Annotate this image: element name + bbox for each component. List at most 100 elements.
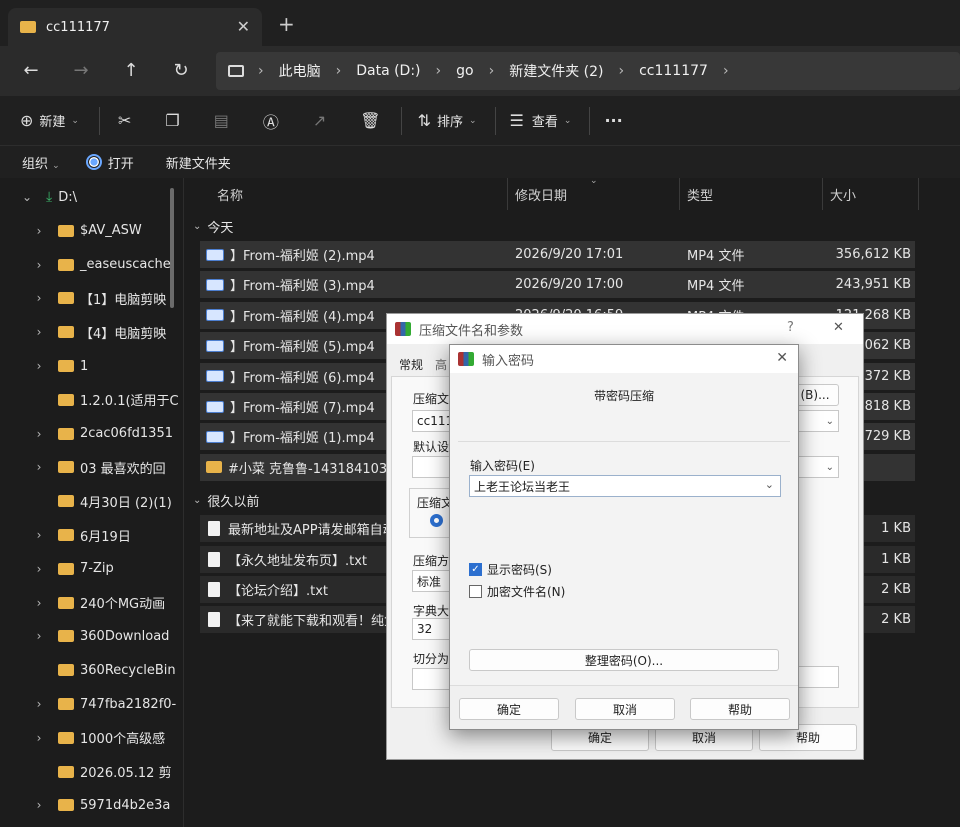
sidebar-item[interactable]: › 7-Zip [0,552,183,586]
close-icon[interactable]: ✕ [833,320,844,335]
sidebar-item[interactable]: › 【4】电脑剪映 [0,315,183,349]
column-header-name[interactable]: 名称 [217,178,243,210]
help-button[interactable]: 帮助 [690,698,790,720]
navigation-pane[interactable]: ⌄ ⤓ D:\ › $AV_ASW › _easeuscache › 【1】电脑剪映 › 【4】电脑… [0,178,184,827]
breadcrumb-new-folder-2[interactable]: 新建文件夹 (2) [509,61,603,81]
breadcrumb-this-pc[interactable]: 此电脑 [279,61,321,81]
new-tab-button[interactable]: + [278,12,295,36]
sidebar-item[interactable]: 360RecycleBin [0,653,183,687]
sidebar-item[interactable]: › 03 最喜欢的回 [0,450,183,484]
column-divider[interactable] [822,178,823,210]
encrypt-filenames-checkbox[interactable]: 加密文件名(N) [469,583,565,600]
back-button[interactable]: ← [18,58,44,84]
tab-close-icon[interactable]: ✕ [237,17,250,36]
column-header-type[interactable]: 类型 [687,178,713,210]
chevron-right-icon[interactable]: › [32,596,46,610]
tab-advanced[interactable]: 高 [435,356,447,373]
up-button[interactable]: ↑ [118,58,144,84]
sidebar-item[interactable]: ⌄ ⤓ D:\ [0,180,183,214]
sidebar-item[interactable]: › 2cac06fd1351 [0,417,183,451]
breadcrumb-separator[interactable]: › [489,63,495,79]
column-header-size[interactable]: 大小 [830,178,856,210]
tab-general[interactable]: 常规 [399,356,423,373]
chevron-right-icon[interactable]: › [32,697,46,711]
view-button[interactable]: ☰ 查看 ⌄ [510,111,572,130]
ok-button[interactable]: 确定 [459,698,559,720]
sidebar-item[interactable]: › 240个MG动画 [0,586,183,620]
new-folder-button[interactable]: 新建文件夹 [166,153,231,172]
chevron-down-icon[interactable]: ⌄ [20,190,34,204]
sidebar-item[interactable]: › _easeuscache [0,248,183,282]
chevron-right-icon[interactable]: › [32,224,46,238]
file-row[interactable]: 】From-福利姬 (3).mp4 2026/9/20 17:00 MP4 文件 24… [200,271,915,299]
chevron-down-icon[interactable]: ⌄ [193,495,201,506]
column-divider[interactable] [507,178,508,210]
chevron-right-icon[interactable]: › [32,629,46,643]
new-button[interactable]: ⊕ 新建 ⌄ [20,111,79,130]
sidebar-item[interactable]: › 1000个高级感 [0,721,183,755]
address-bar[interactable]: › 此电脑 › Data (D:) › go › 新建文件夹 (2) › cc1… [216,52,960,90]
sidebar-item-label: 03 最喜欢的回 [80,461,166,477]
refresh-button[interactable]: ↻ [168,58,194,84]
chevron-right-icon[interactable]: › [32,291,46,305]
column-divider[interactable] [679,178,680,210]
sidebar-item[interactable]: › 5971d4b2e3a [0,788,183,822]
chevron-right-icon[interactable]: › [32,427,46,441]
text-file-icon [208,582,220,597]
column-header-date[interactable]: 修改日期 [515,178,567,210]
password-input[interactable]: 上老王论坛当老王 ⌄ [469,475,781,497]
show-password-checkbox[interactable]: ✓ 显示密码(S) [469,561,552,578]
forward-button[interactable]: → [68,58,94,84]
breadcrumb-go[interactable]: go [456,63,473,79]
chevron-right-icon[interactable]: › [32,562,46,576]
sort-icon: ⇅ [417,111,431,130]
password-label: 输入密码(E) [470,459,535,473]
chevron-right-icon[interactable]: › [32,258,46,272]
computer-icon [228,65,244,77]
breadcrumb-data-d[interactable]: Data (D:) [356,63,420,79]
sidebar-item[interactable]: › $AV_ASW [0,214,183,248]
group-header[interactable]: ⌄ 今天 [193,214,233,238]
tab-cc111177[interactable]: cc111177 ✕ [8,8,262,46]
breadcrumb-separator[interactable]: › [336,63,342,79]
chevron-right-icon[interactable]: › [32,325,46,339]
sidebar-item[interactable]: 1.2.0.1(适用于C [0,383,183,417]
breadcrumb-separator[interactable]: › [723,63,729,79]
copy-icon[interactable]: ❐ [165,111,179,130]
format-radio[interactable] [430,514,443,527]
paste-icon[interactable]: ▤ [214,111,229,130]
breadcrumb-separator[interactable]: › [618,63,624,79]
group-header[interactable]: ⌄ 很久以前 [193,488,259,512]
chevron-right-icon[interactable]: › [32,528,46,542]
column-divider[interactable] [918,178,919,210]
rename-icon[interactable]: Ⓐ [263,109,279,133]
breadcrumb-cc111177[interactable]: cc111177 [639,63,708,79]
sidebar-item[interactable]: › 6月19日 [0,518,183,552]
breadcrumb-separator[interactable]: › [436,63,442,79]
chevron-right-icon[interactable]: › [32,460,46,474]
sidebar-item[interactable]: 4月30日 (2)(1) [0,484,183,518]
delete-icon[interactable]: 🗑 [360,111,380,130]
organize-passwords-button[interactable]: 整理密码(O)... [469,649,779,671]
open-button[interactable]: 打开 [85,153,134,172]
sidebar-item[interactable]: › 【1】电脑剪映 [0,281,183,315]
help-icon[interactable]: ? [787,320,794,335]
sidebar-item[interactable]: › 747fba2182f0- [0,687,183,721]
cut-icon[interactable]: ✂ [118,111,131,130]
chevron-down-icon: ⌄ [563,115,572,126]
chevron-down-icon[interactable]: ⌄ [765,478,774,491]
more-options-icon[interactable]: ··· [604,111,622,130]
sidebar-item[interactable]: › 360Download [0,619,183,653]
file-row[interactable]: 】From-福利姬 (2).mp4 2026/9/20 17:01 MP4 文件 35… [200,241,915,268]
chevron-right-icon[interactable]: › [32,359,46,373]
sidebar-item[interactable]: › 1 [0,349,183,383]
chevron-right-icon[interactable]: › [32,731,46,745]
chevron-right-icon[interactable]: › [32,798,46,812]
share-icon[interactable]: ↗ [313,111,326,130]
organize-menu[interactable]: 组织 ⌄ [22,153,60,172]
sort-button[interactable]: ⇅ 排序 ⌄ [418,111,477,130]
sidebar-item[interactable]: 2026.05.12 剪 [0,755,183,789]
chevron-down-icon[interactable]: ⌄ [193,221,201,232]
cancel-button[interactable]: 取消 [575,698,675,720]
close-icon[interactable]: ✕ [776,350,788,366]
